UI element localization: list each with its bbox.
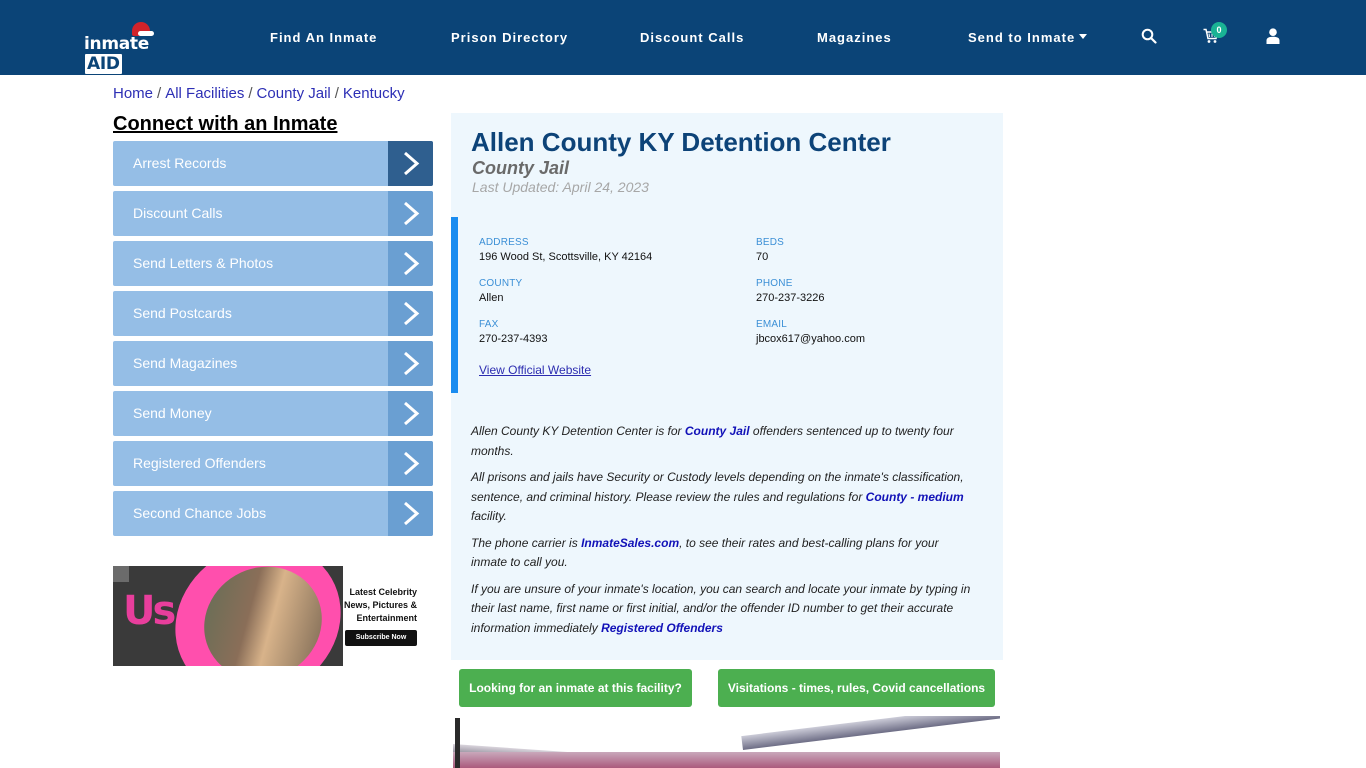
caret-down-icon bbox=[1079, 34, 1088, 40]
address-label: ADDRESS bbox=[479, 237, 529, 248]
logo-accent: AID bbox=[85, 54, 122, 74]
breadcrumb-all-facilities[interactable]: All Facilities bbox=[165, 85, 244, 102]
ad-headline: Latest Celebrity News, Pictures & Entert… bbox=[343, 587, 417, 623]
breadcrumb-separator: / bbox=[334, 85, 339, 102]
chevron-right-icon bbox=[388, 441, 433, 486]
nav-send-to-inmate-label: Send to Inmate bbox=[968, 30, 1076, 45]
chevron-right-icon bbox=[388, 491, 433, 536]
county-jail-link[interactable]: County Jail bbox=[685, 424, 750, 438]
ad-brand-logo: Us bbox=[123, 588, 176, 634]
sidebar-item-label: Send Money bbox=[133, 405, 212, 421]
breadcrumb: Home / All Facilities / County Jail / Kentucky bbox=[113, 85, 405, 102]
logo-text: inmate bbox=[84, 34, 149, 54]
find-inmate-at-facility-button[interactable]: Looking for an inmate at this facility? bbox=[459, 669, 692, 707]
sidebar-item-second-chance-jobs[interactable]: Second Chance Jobs bbox=[113, 491, 433, 536]
sidebar-item-send-magazines[interactable]: Send Magazines bbox=[113, 341, 433, 386]
breadcrumb-county-jail[interactable]: County Jail bbox=[257, 85, 331, 102]
breadcrumb-home[interactable]: Home bbox=[113, 85, 153, 102]
search-icon[interactable] bbox=[1141, 28, 1157, 44]
phone-label: PHONE bbox=[756, 278, 793, 289]
sidebar-item-arrest-records[interactable]: Arrest Records bbox=[113, 141, 433, 186]
breadcrumb-separator: / bbox=[248, 85, 253, 102]
sidebar-item-label: Registered Offenders bbox=[133, 455, 266, 471]
sidebar-item-discount-calls[interactable]: Discount Calls bbox=[113, 191, 433, 236]
sidebar-item-label: Arrest Records bbox=[133, 155, 227, 171]
email-value[interactable]: jbcox617@yahoo.com bbox=[756, 333, 865, 345]
address-field: ADDRESS 196 Wood St, Scottsville, KY 421… bbox=[479, 237, 652, 263]
top-navbar: inmateAID Find An Inmate Prison Director… bbox=[0, 0, 1366, 75]
chevron-right-icon bbox=[388, 191, 433, 236]
sidebar-item-label: Second Chance Jobs bbox=[133, 505, 267, 521]
county-value: Allen bbox=[479, 292, 504, 304]
email-label: EMAIL bbox=[756, 319, 788, 330]
county-medium-link[interactable]: County - medium bbox=[866, 490, 964, 504]
fax-value: 270-237-4393 bbox=[479, 333, 548, 345]
sidebar-item-send-letters-photos[interactable]: Send Letters & Photos bbox=[113, 241, 433, 286]
breadcrumb-separator: / bbox=[157, 85, 162, 102]
inmatesales-link[interactable]: InmateSales.com bbox=[581, 536, 679, 550]
description-paragraph: Allen County KY Detention Center is for … bbox=[471, 424, 954, 458]
beds-field: BEDS 70 bbox=[756, 237, 784, 263]
nav-prison-directory[interactable]: Prison Directory bbox=[451, 30, 568, 45]
sidebar-item-label: Send Postcards bbox=[133, 305, 232, 321]
facility-photo bbox=[453, 716, 1000, 768]
user-account-icon[interactable] bbox=[1266, 28, 1280, 44]
facility-description: Allen County KY Detention Center is for … bbox=[471, 422, 976, 645]
chevron-right-icon bbox=[388, 341, 433, 386]
address-value: 196 Wood St, Scottsville, KY 42164 bbox=[479, 251, 653, 263]
description-paragraph: If you are unsure of your inmate's locat… bbox=[471, 581, 971, 635]
facility-card: Allen County KY Detention Center County … bbox=[451, 113, 1003, 660]
fax-label: FAX bbox=[479, 319, 499, 330]
beds-label: BEDS bbox=[756, 237, 785, 248]
description-paragraph: All prisons and jails have Security or C… bbox=[471, 470, 964, 523]
ad-subscribe-button[interactable]: Subscribe Now bbox=[345, 630, 417, 646]
county-label: COUNTY bbox=[479, 278, 523, 289]
registered-offenders-link[interactable]: Registered Offenders bbox=[601, 621, 723, 635]
email-field: EMAIL jbcox617@yahoo.com bbox=[756, 319, 865, 345]
chevron-right-icon bbox=[388, 241, 433, 286]
chevron-right-icon bbox=[388, 141, 433, 186]
facility-info-panel: ADDRESS 196 Wood St, Scottsville, KY 421… bbox=[451, 217, 1003, 393]
sidebar-title: Connect with an Inmate bbox=[113, 113, 338, 135]
nav-magazines[interactable]: Magazines bbox=[817, 30, 892, 45]
facility-name: Allen County KY Detention Center bbox=[471, 127, 891, 157]
visitations-button[interactable]: Visitations - times, rules, Covid cancel… bbox=[718, 669, 995, 707]
sidebar-item-label: Discount Calls bbox=[133, 205, 223, 221]
sidebar-item-send-money[interactable]: Send Money bbox=[113, 391, 433, 436]
phone-field: PHONE 270-237-3226 bbox=[756, 278, 825, 304]
inmateaid-logo[interactable]: inmateAID bbox=[84, 22, 180, 74]
nav-find-an-inmate[interactable]: Find An Inmate bbox=[270, 30, 377, 45]
facility-type: County Jail bbox=[472, 158, 570, 178]
ad-corner bbox=[113, 566, 129, 582]
sidebar-item-send-postcards[interactable]: Send Postcards bbox=[113, 291, 433, 336]
nav-send-to-inmate[interactable]: Send to Inmate bbox=[968, 30, 1088, 45]
sidebar-item-label: Send Letters & Photos bbox=[133, 255, 274, 271]
beds-value: 70 bbox=[756, 251, 769, 263]
chevron-right-icon bbox=[388, 291, 433, 336]
last-updated: Last Updated: April 24, 2023 bbox=[472, 179, 649, 195]
county-field: COUNTY Allen bbox=[479, 278, 522, 304]
chevron-right-icon bbox=[388, 391, 433, 436]
view-official-website-link[interactable]: View Official Website bbox=[479, 363, 591, 377]
phone-value[interactable]: 270-237-3226 bbox=[756, 292, 825, 304]
fax-field: FAX 270-237-4393 bbox=[479, 319, 548, 345]
breadcrumb-kentucky[interactable]: Kentucky bbox=[343, 85, 405, 102]
us-weekly-ad-banner[interactable]: Us Latest Celebrity News, Pictures & Ent… bbox=[113, 566, 433, 666]
sidebar-menu: Arrest Records Discount Calls Send Lette… bbox=[113, 141, 433, 541]
cart-count-badge: 0 bbox=[1211, 22, 1227, 38]
sidebar-item-label: Send Magazines bbox=[133, 355, 238, 371]
nav-discount-calls[interactable]: Discount Calls bbox=[640, 30, 744, 45]
description-paragraph: The phone carrier is InmateSales.com, to… bbox=[471, 535, 939, 570]
sidebar-item-registered-offenders[interactable]: Registered Offenders bbox=[113, 441, 433, 486]
